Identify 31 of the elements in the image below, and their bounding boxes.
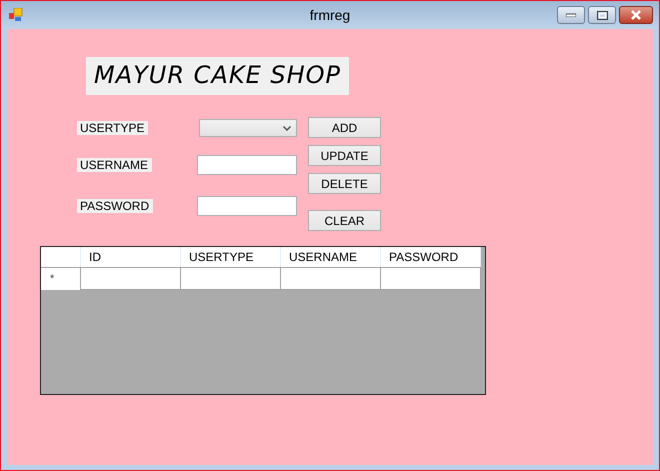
minimize-button[interactable] — [557, 6, 585, 24]
row-header[interactable]: * — [41, 267, 81, 290]
table-cell[interactable] — [281, 267, 381, 290]
action-button[interactable]: UPDATE — [308, 145, 381, 166]
action-button[interactable]: CLEAR — [308, 210, 381, 231]
new-row-marker: * — [50, 273, 54, 285]
field-label: USERTYPE — [77, 121, 148, 135]
caret-icon — [283, 126, 291, 130]
maximize-button[interactable] — [588, 6, 616, 24]
close-icon — [630, 10, 642, 20]
close-button[interactable] — [619, 6, 653, 24]
input-field[interactable] — [197, 196, 297, 216]
shop-heading: MAYUR CAKE SHOP — [86, 57, 350, 95]
table-cell[interactable] — [381, 267, 481, 290]
table-cell[interactable] — [81, 267, 181, 290]
column-header[interactable]: USERNAME — [281, 247, 381, 267]
field-label: USERNAME — [77, 158, 152, 172]
column-header[interactable]: ID — [81, 247, 181, 267]
column-header[interactable]: PASSWORD — [381, 247, 481, 267]
input-field[interactable] — [197, 155, 297, 175]
minimize-icon — [566, 13, 576, 17]
header-corner — [41, 247, 81, 267]
app-icon — [9, 8, 23, 22]
field-label: PASSWORD — [77, 199, 154, 213]
maximize-icon — [596, 10, 608, 20]
action-button[interactable]: DELETE — [308, 173, 381, 194]
usertype-dropdown[interactable] — [199, 119, 297, 137]
table-cell[interactable] — [181, 267, 281, 290]
window-title: frmreg — [308, 7, 352, 23]
column-header[interactable]: USERTYPE — [181, 247, 281, 267]
action-button[interactable]: ADD — [308, 117, 381, 138]
